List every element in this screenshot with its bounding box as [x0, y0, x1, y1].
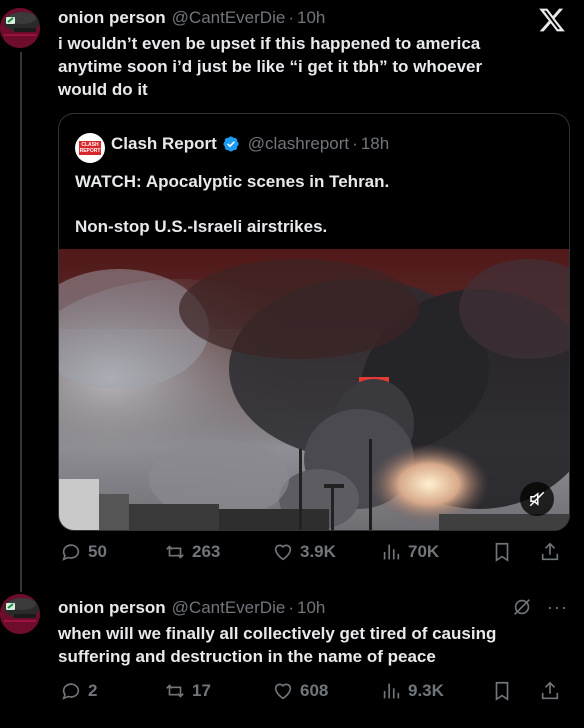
reply-button[interactable]: 50: [60, 537, 107, 567]
video-frame: [59, 249, 569, 530]
post-header: onion person @CantEverDie · 10h: [58, 598, 325, 618]
post-text-line: i wouldn’t even be upset if this happene…: [58, 34, 481, 53]
share-icon: [541, 681, 559, 700]
thread-line: [20, 52, 22, 592]
author-name[interactable]: onion person: [58, 8, 166, 28]
timestamp[interactable]: 10h: [297, 8, 325, 28]
views-count: 9.3K: [408, 681, 444, 700]
quote-author-name[interactable]: Clash Report: [111, 134, 217, 154]
more-icon[interactable]: ···: [547, 597, 568, 618]
action-bar: 50 263 3.9K 70K: [58, 537, 570, 567]
post-2[interactable]: onion person @CantEverDie · 10h when wil…: [0, 590, 584, 728]
video-player[interactable]: [59, 249, 569, 530]
separator: ·: [288, 8, 294, 27]
repost-button[interactable]: 17: [164, 676, 211, 706]
mute-button[interactable]: [520, 482, 554, 516]
views-button[interactable]: 70K: [380, 537, 439, 567]
quote-header: Clash Report @clashreport · 18h: [111, 134, 389, 154]
reply-count: 50: [88, 542, 107, 561]
repost-icon: [166, 684, 184, 698]
avatar[interactable]: [0, 594, 40, 634]
action-bar: 2 17 608 9.3K: [58, 676, 570, 706]
separator: ·: [352, 134, 358, 153]
verified-badge-icon: [223, 136, 239, 152]
share-icon: [541, 542, 559, 561]
like-count: 608: [300, 681, 329, 700]
post-text-line: when will we finally all collectively ge…: [58, 624, 497, 643]
repost-button[interactable]: 263: [164, 537, 220, 567]
like-button[interactable]: 608: [272, 676, 328, 706]
share-button[interactable]: [539, 537, 561, 567]
views-icon: [383, 544, 400, 560]
grok-icon[interactable]: [511, 596, 533, 618]
author-handle[interactable]: @CantEverDie: [172, 8, 286, 28]
like-icon: [274, 683, 292, 700]
timestamp[interactable]: 10h: [297, 598, 325, 618]
post-2-corner-actions: ···: [511, 596, 568, 618]
quoted-post[interactable]: CLASH REPORT Clash Report @clashreport ·…: [58, 113, 570, 531]
quote-text-line: WATCH: Apocalyptic scenes in Tehran.: [75, 172, 390, 191]
reply-icon: [62, 544, 80, 561]
repost-icon: [166, 545, 184, 559]
repost-count: 17: [192, 681, 211, 700]
like-icon: [274, 544, 292, 561]
reply-icon: [62, 683, 80, 700]
views-button[interactable]: 9.3K: [380, 676, 444, 706]
post-text-line: anytime soon i’d just be like “i get it …: [58, 57, 483, 76]
quote-timestamp[interactable]: 18h: [361, 134, 389, 154]
post-header: onion person @CantEverDie · 10h: [58, 8, 325, 28]
separator: ·: [288, 598, 294, 617]
quote-text-line: Non-stop U.S.-Israeli airstrikes.: [75, 217, 328, 236]
post-text-line: suffering and destruction in the name of…: [58, 647, 436, 666]
post-1[interactable]: onion person @CantEverDie · 10h i wouldn…: [0, 0, 584, 592]
reply-button[interactable]: 2: [60, 676, 97, 706]
author-name[interactable]: onion person: [58, 598, 166, 618]
avatar[interactable]: [0, 8, 40, 48]
post-text-line: would do it: [58, 80, 148, 99]
repost-count: 263: [192, 542, 221, 561]
quote-author-handle[interactable]: @clashreport: [248, 134, 349, 154]
post-text: i wouldn’t even be upset if this happene…: [58, 32, 558, 101]
bookmark-button[interactable]: [491, 537, 513, 567]
quote-avatar-logo-text: CLASH REPORT: [79, 141, 101, 155]
reply-count: 2: [88, 681, 98, 700]
bookmark-button[interactable]: [491, 676, 513, 706]
quote-avatar[interactable]: CLASH REPORT: [75, 133, 105, 163]
views-icon: [383, 683, 400, 699]
like-count: 3.9K: [300, 542, 336, 561]
bookmark-icon: [495, 681, 509, 701]
post-text: when will we finally all collectively ge…: [58, 622, 558, 668]
views-count: 70K: [408, 542, 440, 561]
like-button[interactable]: 3.9K: [272, 537, 336, 567]
muted-speaker-icon: [529, 491, 545, 507]
bookmark-icon: [495, 542, 509, 562]
author-handle[interactable]: @CantEverDie: [172, 598, 286, 618]
share-button[interactable]: [539, 676, 561, 706]
